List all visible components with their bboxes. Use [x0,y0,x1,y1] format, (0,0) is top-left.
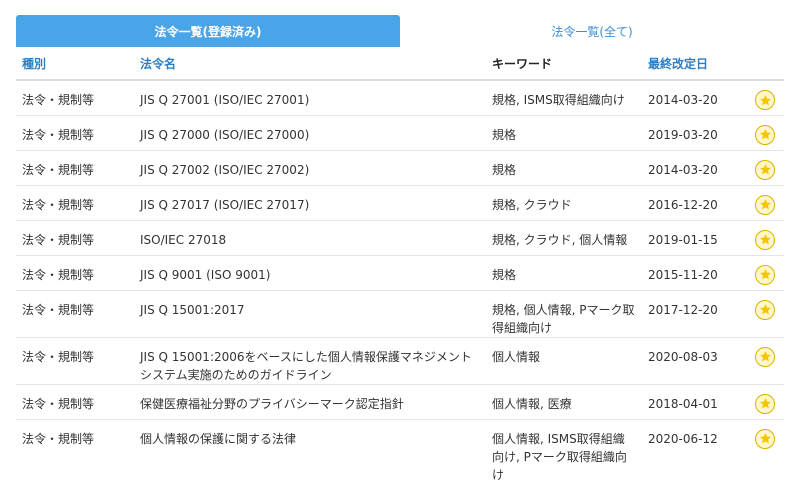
column-header-revised-date[interactable]: 最終改定日 [642,48,744,81]
favorite-cell [744,79,784,115]
star-icon [759,199,771,210]
column-header-keywords: キーワード [486,48,642,81]
law-name-cell: JIS Q 27002 (ISO/IEC 27002) [134,149,486,185]
revised-date-cell: 2017-12-20 [642,289,744,337]
revised-date-cell: 2019-01-15 [642,219,744,255]
favorite-cell [744,289,784,337]
keywords-cell: 規格, 個人情報, Pマーク取得組織向け [486,289,642,337]
table-row[interactable]: 法令・規制等 保健医療福祉分野のプライバシーマーク認定指針 個人情報, 医療 2018… [16,383,784,419]
type-cell: 法令・規制等 [16,418,134,484]
law-table: 種別 法令名 キーワード 最終改定日 法令・規制等 JIS Q 27001 (IS… [16,48,784,484]
favorite-star-button[interactable] [755,264,775,285]
favorite-cell [744,254,784,290]
star-icon [759,94,771,105]
law-list-panel: 法令一覧(登録済み) 法令一覧(全て) 種別 法令名 キーワード 最終改定日 法… [0,0,800,484]
revised-date-cell: 2015-11-20 [642,254,744,290]
law-name-cell: JIS Q 9001 (ISO 9001) [134,254,486,290]
revised-date-cell: 2018-04-01 [642,383,744,419]
column-header-type[interactable]: 種別 [16,48,134,81]
law-name-cell: JIS Q 27001 (ISO/IEC 27001) [134,79,486,115]
favorite-star-button[interactable] [755,346,775,367]
favorite-cell [744,219,784,255]
favorite-star-button[interactable] [755,194,775,215]
keywords-cell: 規格 [486,254,642,290]
favorite-star-button[interactable] [755,229,775,250]
table-row[interactable]: 法令・規制等 JIS Q 15001:2017 規格, 個人情報, Pマーク取得組織… [16,289,784,337]
revised-date-cell: 2020-06-12 [642,418,744,484]
favorite-star-button[interactable] [755,159,775,180]
star-icon [759,398,771,409]
tab-bar: 法令一覧(登録済み) 法令一覧(全て) [16,15,784,47]
favorite-cell [744,114,784,150]
type-cell: 法令・規制等 [16,336,134,384]
favorite-cell [744,418,784,484]
column-header-favorite [744,48,784,81]
keywords-cell: 個人情報, ISMS取得組織向け, Pマーク取得組織向け [486,418,642,484]
law-name-cell: JIS Q 15001:2017 [134,289,486,337]
type-cell: 法令・規制等 [16,289,134,337]
type-cell: 法令・規制等 [16,79,134,115]
type-cell: 法令・規制等 [16,219,134,255]
favorite-star-button[interactable] [755,90,775,110]
star-icon [759,234,771,245]
type-cell: 法令・規制等 [16,114,134,150]
tab-registered-laws[interactable]: 法令一覧(登録済み) [16,15,400,47]
star-icon [759,269,771,280]
revised-date-cell: 2019-03-20 [642,114,744,150]
star-icon [759,433,771,444]
keywords-cell: 個人情報 [486,336,642,384]
favorite-cell [744,383,784,419]
law-name-cell: JIS Q 15001:2006をベースにした個人情報保護マネジメントシステム実… [134,336,486,384]
favorite-cell [744,184,784,220]
table-row[interactable]: 法令・規制等 JIS Q 27017 (ISO/IEC 27017) 規格, クラウ… [16,184,784,220]
star-icon [759,304,771,315]
favorite-star-button[interactable] [755,299,775,320]
keywords-cell: 規格 [486,149,642,185]
keywords-cell: 規格, クラウド [486,184,642,220]
law-name-cell: 個人情報の保護に関する法律 [134,418,486,484]
table-header-row: 種別 法令名 キーワード 最終改定日 [16,48,784,81]
table-row[interactable]: 法令・規制等 JIS Q 27001 (ISO/IEC 27001) 規格, ISM… [16,79,784,115]
tab-all-laws[interactable]: 法令一覧(全て) [400,15,784,47]
type-cell: 法令・規制等 [16,149,134,185]
favorite-cell [744,149,784,185]
keywords-cell: 規格 [486,114,642,150]
law-name-cell: JIS Q 27000 (ISO/IEC 27000) [134,114,486,150]
star-icon [759,129,771,140]
law-name-cell: ISO/IEC 27018 [134,219,486,255]
keywords-cell: 規格, クラウド, 個人情報 [486,219,642,255]
table-row[interactable]: 法令・規制等 JIS Q 9001 (ISO 9001) 規格 2015-11-20 [16,254,784,290]
revised-date-cell: 2020-08-03 [642,336,744,384]
column-header-name[interactable]: 法令名 [134,48,486,81]
type-cell: 法令・規制等 [16,184,134,220]
favorite-cell [744,336,784,384]
table-row[interactable]: 法令・規制等 JIS Q 15001:2006をベースにした個人情報保護マネジメン… [16,336,784,384]
keywords-cell: 個人情報, 医療 [486,383,642,419]
law-name-cell: JIS Q 27017 (ISO/IEC 27017) [134,184,486,220]
law-name-cell: 保健医療福祉分野のプライバシーマーク認定指針 [134,383,486,419]
favorite-star-button[interactable] [755,428,775,449]
type-cell: 法令・規制等 [16,254,134,290]
table-row[interactable]: 法令・規制等 個人情報の保護に関する法律 個人情報, ISMS取得組織向け, Pマー… [16,418,784,484]
table-row[interactable]: 法令・規制等 ISO/IEC 27018 規格, クラウド, 個人情報 2019-01… [16,219,784,255]
star-icon [759,351,771,362]
star-icon [759,164,771,175]
table-row[interactable]: 法令・規制等 JIS Q 27000 (ISO/IEC 27000) 規格 2019-… [16,114,784,150]
type-cell: 法令・規制等 [16,383,134,419]
revised-date-cell: 2014-03-20 [642,149,744,185]
favorite-star-button[interactable] [755,393,775,414]
favorite-star-button[interactable] [755,124,775,145]
keywords-cell: 規格, ISMS取得組織向け [486,79,642,115]
revised-date-cell: 2016-12-20 [642,184,744,220]
table-row[interactable]: 法令・規制等 JIS Q 27002 (ISO/IEC 27002) 規格 2014-… [16,149,784,185]
revised-date-cell: 2014-03-20 [642,79,744,115]
